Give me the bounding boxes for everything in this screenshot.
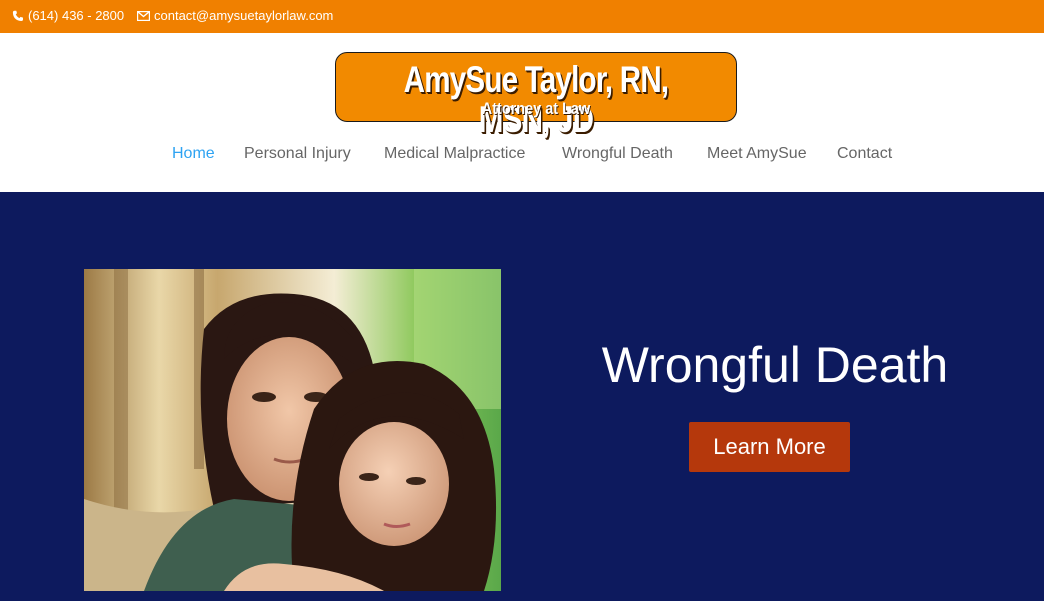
hero-title: Wrongful Death (601, 337, 949, 393)
nav-medical-malpractice[interactable]: Medical Malpractice (384, 145, 525, 163)
logo-tagline: Attorney at Law (481, 99, 591, 118)
phone-number: (614) 436 - 2800 (28, 8, 125, 23)
nav-home[interactable]: Home (172, 145, 215, 163)
nav-meet-amysue[interactable]: Meet AmySue (707, 145, 807, 163)
mother-daughter-image (84, 269, 501, 591)
phone-contact[interactable]: (614) 436 - 2800 (12, 8, 124, 23)
nav-wrongful-death[interactable]: Wrongful Death (562, 145, 673, 163)
email-contact[interactable]: contact@amysuetaylorlaw.com (137, 8, 333, 23)
nav-personal-injury[interactable]: Personal Injury (244, 145, 351, 163)
email-address: contact@amysuetaylorlaw.com (154, 8, 334, 23)
hero-photo (84, 269, 501, 591)
main-nav: Home Personal Injury Medical Malpractice… (0, 145, 1044, 165)
learn-more-button[interactable]: Learn More (689, 422, 850, 472)
top-bar: (614) 436 - 2800 contact@amysuetaylorlaw… (0, 0, 1044, 33)
site-header: AmySue Taylor, RN, MSN, JD Attorney at L… (0, 33, 1044, 192)
envelope-icon (137, 10, 150, 21)
site-logo[interactable]: AmySue Taylor, RN, MSN, JD Attorney at L… (335, 52, 737, 140)
nav-contact[interactable]: Contact (837, 145, 892, 163)
hero-section: Wrongful Death Learn More (0, 192, 1044, 601)
phone-icon (12, 10, 23, 21)
